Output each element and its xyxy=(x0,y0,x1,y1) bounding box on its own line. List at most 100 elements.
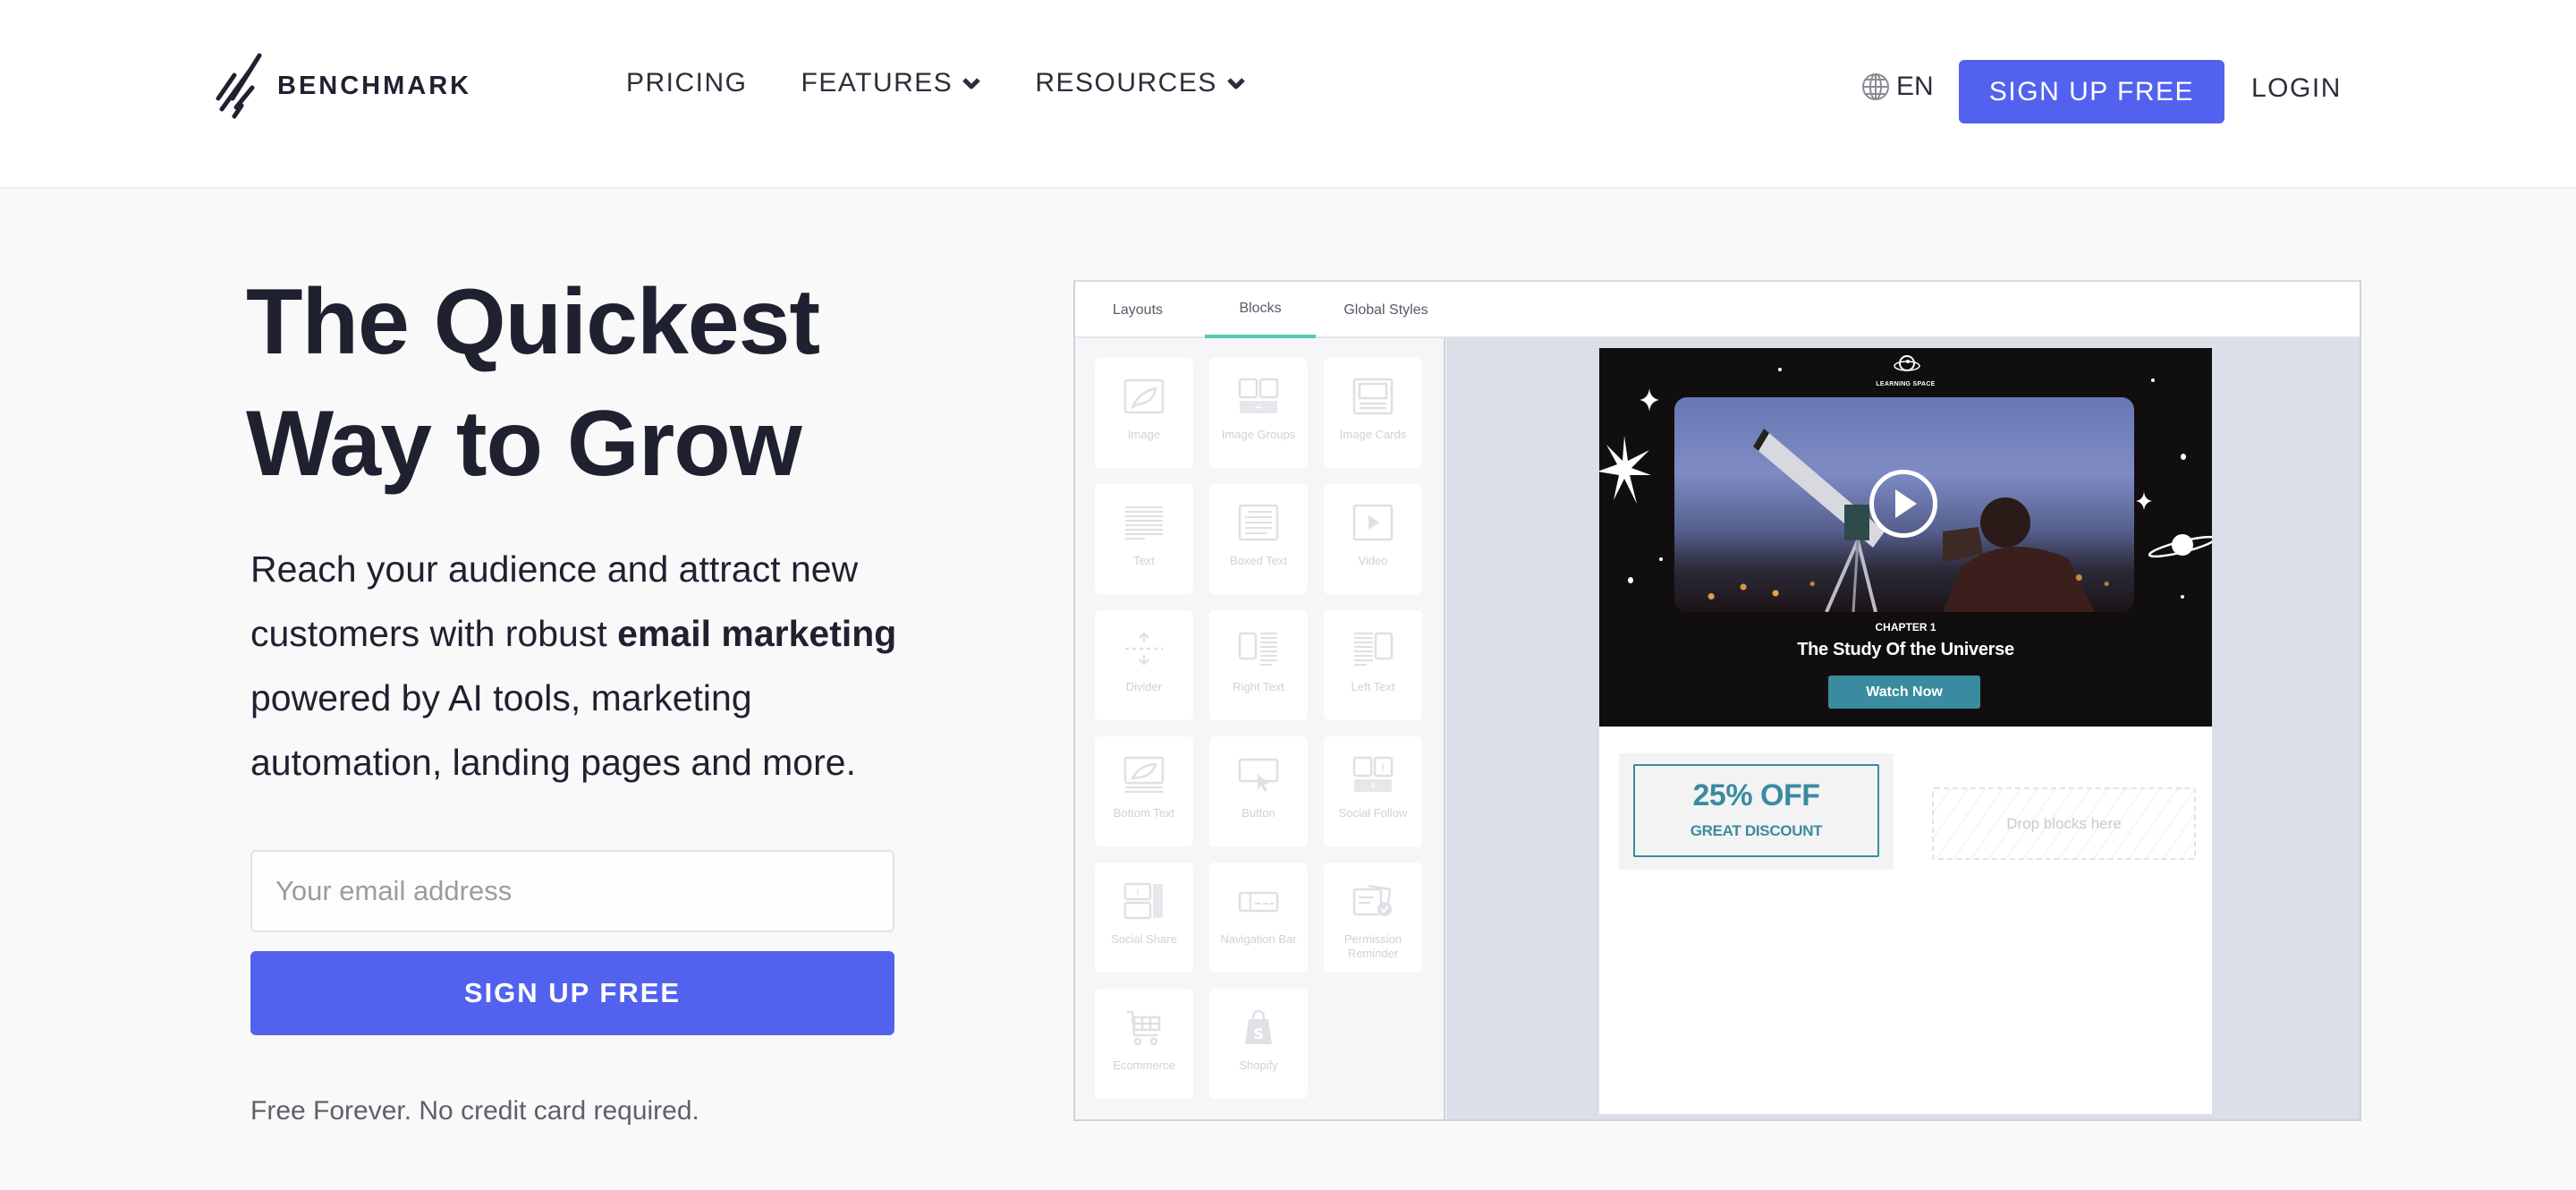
cart-icon xyxy=(1127,1010,1161,1046)
play-button[interactable] xyxy=(1869,470,1937,538)
hero-subtitle-highlight: email marketing xyxy=(617,613,897,654)
shopify-icon: S xyxy=(1245,1009,1272,1044)
hero-subtitle: Reach your audience and attract new cust… xyxy=(250,537,948,795)
block-label: Ecommerce xyxy=(1113,1058,1175,1072)
learning-space-text: LEARNING SPACE xyxy=(1876,381,1936,387)
hero-title: The Quickest Way to Grow xyxy=(246,261,1051,505)
email-chapter-label: CHAPTER 1 xyxy=(1875,621,1936,633)
starburst-icon xyxy=(1599,436,1651,504)
star-dot xyxy=(2181,595,2184,599)
hero-subtitle-post: powered by AI tools, marketing automatio… xyxy=(250,677,856,783)
hero-title-line2: Way to Grow xyxy=(246,392,802,496)
navigation-bar-icon xyxy=(1238,891,1279,913)
globe-icon xyxy=(1862,73,1889,100)
language-label: EN xyxy=(1896,72,1934,101)
language-selector[interactable]: EN xyxy=(1860,72,1934,102)
sparkle-icon xyxy=(2136,491,2152,511)
block-text[interactable]: Text xyxy=(1095,484,1193,594)
star-dot xyxy=(1659,557,1663,561)
watch-now-button[interactable]: Watch Now xyxy=(1828,676,1980,709)
email-input[interactable] xyxy=(250,850,894,932)
block-label: Social Follow xyxy=(1338,806,1408,820)
block-permission-reminder[interactable]: Permission Reminder xyxy=(1324,863,1422,973)
star-dot xyxy=(2181,454,2186,460)
benchmark-logo[interactable]: BENCHMARK xyxy=(215,52,471,120)
svg-text:f: f xyxy=(1381,762,1385,774)
block-label: Boxed Text xyxy=(1229,554,1288,567)
block-button[interactable]: Button xyxy=(1209,736,1308,846)
block-bottom-text[interactable]: Bottom Text xyxy=(1095,736,1193,846)
email-preview: LEARNING SPACE CHAPTER 1 The Study Of th… xyxy=(1599,348,2212,1114)
permission-reminder-icon xyxy=(1352,884,1392,916)
block-divider[interactable]: Divider xyxy=(1095,610,1193,720)
left-text-icon xyxy=(1354,632,1394,666)
block-label: Image Groups xyxy=(1221,428,1296,441)
divider-icon xyxy=(1125,632,1163,666)
video-thumbnail[interactable] xyxy=(1674,397,2134,612)
block-label: Navigation Bar xyxy=(1220,932,1297,946)
discount-amount: 25% OFF xyxy=(1692,778,1820,812)
email-hero-section[interactable]: LEARNING SPACE CHAPTER 1 The Study Of th… xyxy=(1599,348,2212,727)
block-label: Shopify xyxy=(1239,1058,1278,1072)
block-image-cards[interactable]: Image Cards xyxy=(1324,358,1422,468)
block-label: Left Text xyxy=(1351,680,1395,693)
chevron-down-icon xyxy=(1227,78,1245,89)
block-image-groups[interactable]: + Image Groups xyxy=(1209,358,1308,468)
star-dot xyxy=(1778,368,1782,371)
main-nav: PRICING FEATURES RESOURCES xyxy=(626,68,1300,98)
video-icon xyxy=(1352,504,1394,541)
site-header: BENCHMARK PRICING FEATURES RESOURCES EN xyxy=(0,0,2576,189)
learning-space-logo: LEARNING SPACE xyxy=(1868,353,1944,387)
button-icon xyxy=(1238,758,1279,792)
drop-zone[interactable]: Drop blocks here xyxy=(1932,787,2196,860)
email-canvas: LEARNING SPACE CHAPTER 1 The Study Of th… xyxy=(1446,338,2360,1119)
block-video[interactable]: Video xyxy=(1324,484,1422,594)
block-label: Text xyxy=(1133,554,1155,567)
block-image[interactable]: Image xyxy=(1095,358,1193,468)
image-icon xyxy=(1123,378,1165,414)
hero-title-line1: The Quickest xyxy=(246,270,820,374)
block-ecommerce[interactable]: Ecommerce xyxy=(1095,989,1193,1099)
star-dot xyxy=(2151,378,2155,382)
login-link[interactable]: LOGIN xyxy=(2251,73,2342,104)
email-title: The Study Of the Universe xyxy=(1797,640,2014,659)
block-navigation-bar[interactable]: Navigation Bar xyxy=(1209,863,1308,973)
nav-features-label: FEATURES xyxy=(801,68,953,98)
block-right-text[interactable]: Right Text xyxy=(1209,610,1308,720)
block-shopify[interactable]: S Shopify xyxy=(1209,989,1308,1099)
discount-box: 25% OFF GREAT DISCOUNT xyxy=(1633,764,1879,857)
promo-block[interactable]: 25% OFF GREAT DISCOUNT xyxy=(1619,753,1894,870)
nav-pricing[interactable]: PRICING xyxy=(626,68,748,98)
block-left-text[interactable]: Left Text xyxy=(1324,610,1422,720)
svg-text:+: + xyxy=(1368,780,1377,792)
right-text-icon xyxy=(1238,632,1277,666)
benchmark-logo-icon xyxy=(216,53,262,119)
svg-text:f: f xyxy=(1136,888,1140,898)
block-label: Right Text xyxy=(1233,680,1284,693)
tab-global-styles[interactable]: Global Styles xyxy=(1326,282,1446,338)
block-label: Social Share xyxy=(1111,932,1177,946)
tab-layouts[interactable]: Layouts xyxy=(1102,282,1174,338)
block-label: Video xyxy=(1358,554,1388,567)
block-label: Divider xyxy=(1125,680,1163,693)
play-icon xyxy=(1895,489,1917,518)
brand-name: BENCHMARK xyxy=(277,71,472,100)
nav-resources[interactable]: RESOURCES xyxy=(1035,68,1246,98)
block-boxed-text[interactable]: Boxed Text xyxy=(1209,484,1308,594)
star-dot xyxy=(1628,577,1633,583)
nav-resources-label: RESOURCES xyxy=(1035,68,1217,98)
block-social-share[interactable]: f Social Share xyxy=(1095,863,1193,973)
nav-features[interactable]: FEATURES xyxy=(801,68,982,98)
hero-signup-button[interactable]: SIGN UP FREE xyxy=(250,951,894,1035)
tab-blocks[interactable]: Blocks xyxy=(1205,282,1316,338)
block-social-follow[interactable]: f + Social Follow xyxy=(1324,736,1422,846)
header-signup-button[interactable]: SIGN UP FREE xyxy=(1959,60,2224,123)
blocks-grid: Image + Image Groups Image Cards Text Bo… xyxy=(1095,358,1422,1099)
discount-label: GREAT DISCOUNT xyxy=(1690,822,1823,839)
svg-text:S: S xyxy=(1253,1025,1264,1042)
image-cards-icon xyxy=(1352,378,1394,415)
boxed-text-icon xyxy=(1238,504,1279,541)
planet-icon xyxy=(2148,534,2212,558)
block-label: Bottom Text xyxy=(1113,806,1175,820)
chevron-down-icon xyxy=(962,78,981,89)
